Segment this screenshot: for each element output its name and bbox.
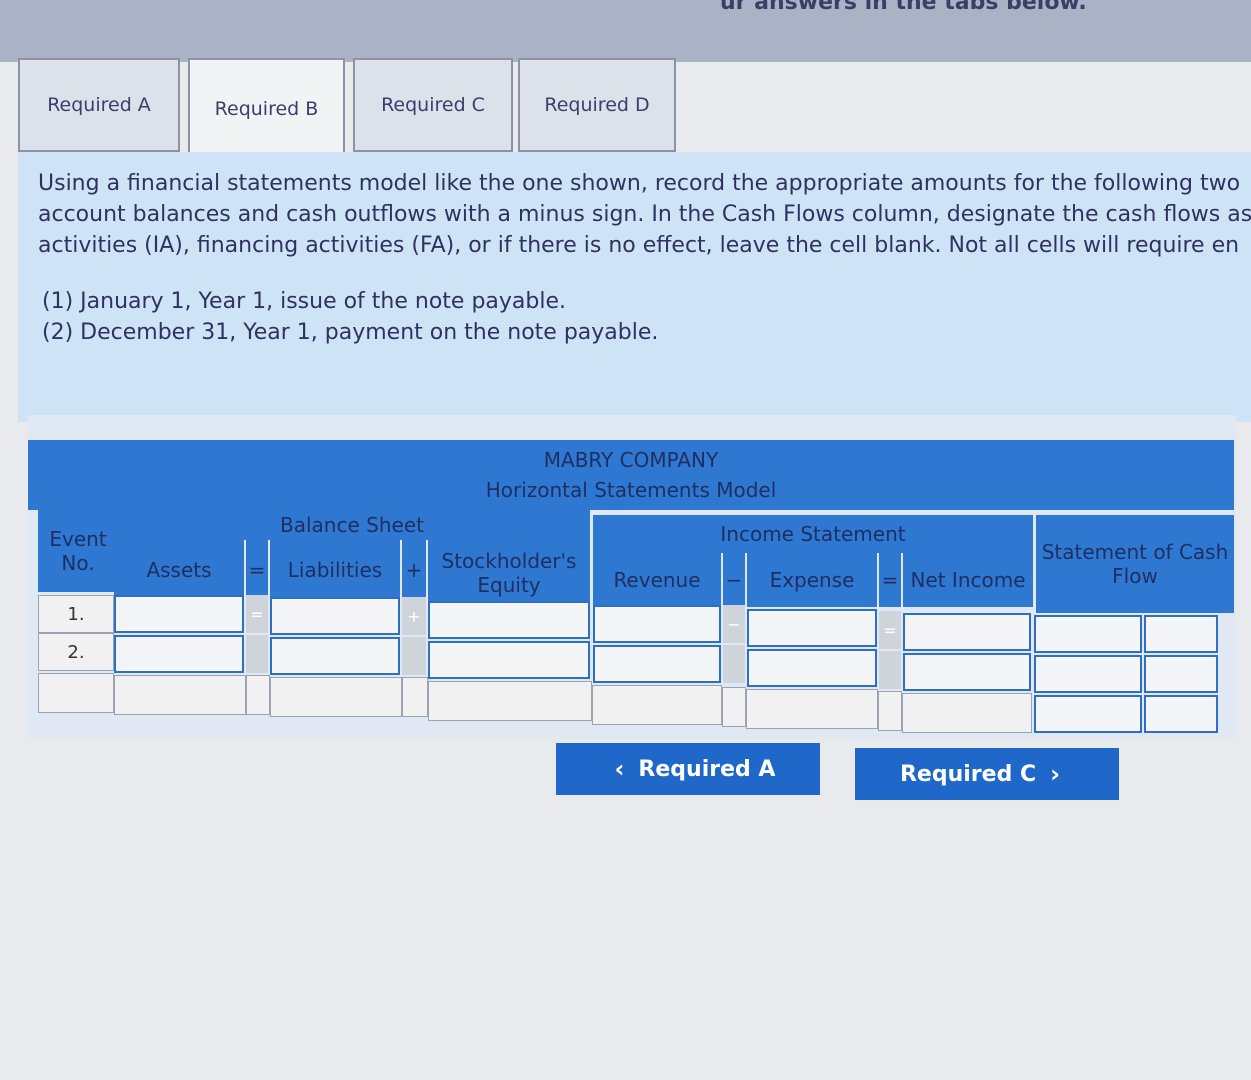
- expense-header: Expense: [747, 553, 877, 607]
- chevron-left-icon: ‹: [614, 755, 625, 783]
- cash-flow-header: Statement of Cash Flow: [1036, 515, 1234, 613]
- row-1-eq-op: =: [246, 595, 268, 633]
- event-list: (1) January 1, Year 1, issue of the note…: [42, 286, 658, 348]
- row-3-op-3: [722, 687, 746, 727]
- row-3-expense: [746, 689, 878, 729]
- header-text: ur answers in the tabs below.: [720, 0, 1087, 15]
- instruction-line-3: activities (IA), financing activities (F…: [38, 233, 1240, 258]
- row-1-revenue-input[interactable]: [593, 605, 721, 643]
- row-2-minus-op: [723, 645, 745, 683]
- row-2-cash-flow-type-select[interactable]: [1144, 655, 1218, 693]
- row-1-plus-op: +: [402, 597, 426, 635]
- next-button-label: Required C: [899, 761, 1037, 787]
- minus-op-header: −: [723, 553, 745, 607]
- row-2-eq-op-2: [879, 651, 901, 689]
- row-1-minus-op: −: [723, 605, 745, 643]
- row-3-assets: [114, 675, 246, 715]
- row-3-equity: [428, 681, 592, 721]
- row-1-net-income-input[interactable]: [903, 613, 1031, 651]
- revenue-header: Revenue: [593, 553, 721, 607]
- row-2-assets-input[interactable]: [114, 635, 244, 673]
- row-1-equity-input[interactable]: [428, 601, 590, 639]
- event-1: (1) January 1, Year 1, issue of the note…: [42, 289, 567, 314]
- tab-required-a[interactable]: Required A: [18, 58, 180, 152]
- plus-op-header: +: [402, 540, 426, 600]
- row-2-eq-op: [246, 635, 268, 673]
- row-3-liabilities: [270, 677, 402, 717]
- next-required-c-button[interactable]: Required C ›: [855, 748, 1119, 800]
- tab-required-d[interactable]: Required D: [518, 58, 676, 152]
- row-1-assets-input[interactable]: [114, 595, 244, 633]
- chevron-right-icon: ›: [1050, 760, 1061, 788]
- row-3-op-2: [402, 677, 428, 717]
- tab-required-b[interactable]: Required B: [188, 58, 345, 158]
- row-1-eq-op-2: =: [879, 611, 901, 649]
- row-2-plus-op: [402, 637, 426, 675]
- instruction-line-1: Using a financial statements model like …: [38, 171, 1241, 196]
- row-2-label: 2.: [38, 633, 114, 671]
- row-2-expense-input[interactable]: [747, 649, 877, 687]
- net-income-header: Net Income: [903, 553, 1033, 607]
- row-1-cash-flow-type-select[interactable]: [1144, 615, 1218, 653]
- top-strip: ur answers in the tabs below.: [0, 0, 1251, 62]
- row-3-net-income: [902, 693, 1032, 733]
- assets-header: Assets: [114, 540, 244, 600]
- prev-required-a-button[interactable]: ‹ Required A: [556, 743, 820, 795]
- instruction-line-2: account balances and cash outflows with …: [38, 202, 1251, 227]
- row-1-label: 1.: [38, 595, 114, 633]
- row-3-cash-flow-input[interactable]: [1034, 695, 1142, 733]
- balance-sheet-header: Balance Sheet: [114, 510, 590, 540]
- eq-op-header-2: =: [879, 553, 901, 607]
- row-1-liabilities-input[interactable]: [270, 597, 400, 635]
- row-3-op: [246, 675, 270, 715]
- statements-model: MABRY COMPANY Horizontal Statements Mode…: [28, 415, 1236, 738]
- equity-header: Stockholder's Equity: [428, 540, 590, 606]
- instructions: Using a financial statements model like …: [38, 168, 1251, 261]
- row-2-equity-input[interactable]: [428, 641, 590, 679]
- row-3-cash-flow-type-select[interactable]: [1144, 695, 1218, 733]
- row-2-net-income-input[interactable]: [903, 653, 1031, 691]
- row-1-expense-input[interactable]: [747, 609, 877, 647]
- model-title: Horizontal Statements Model: [28, 470, 1234, 510]
- row-2-liabilities-input[interactable]: [270, 637, 400, 675]
- event-2: (2) December 31, Year 1, payment on the …: [42, 320, 659, 345]
- row-3-revenue: [592, 685, 722, 725]
- row-2-cash-flow-input[interactable]: [1034, 655, 1142, 693]
- event-no-header: Event No.: [38, 510, 116, 592]
- row-2-revenue-input[interactable]: [593, 645, 721, 683]
- liabilities-header: Liabilities: [270, 540, 400, 600]
- row-3-op-4: [878, 691, 902, 731]
- income-statement-header: Income Statement: [593, 515, 1033, 553]
- eq-op-header: =: [246, 540, 268, 600]
- prev-button-label: Required A: [638, 756, 776, 782]
- row-3-label: [38, 673, 114, 713]
- row-1-cash-flow-input[interactable]: [1034, 615, 1142, 653]
- tab-required-c[interactable]: Required C: [353, 58, 513, 152]
